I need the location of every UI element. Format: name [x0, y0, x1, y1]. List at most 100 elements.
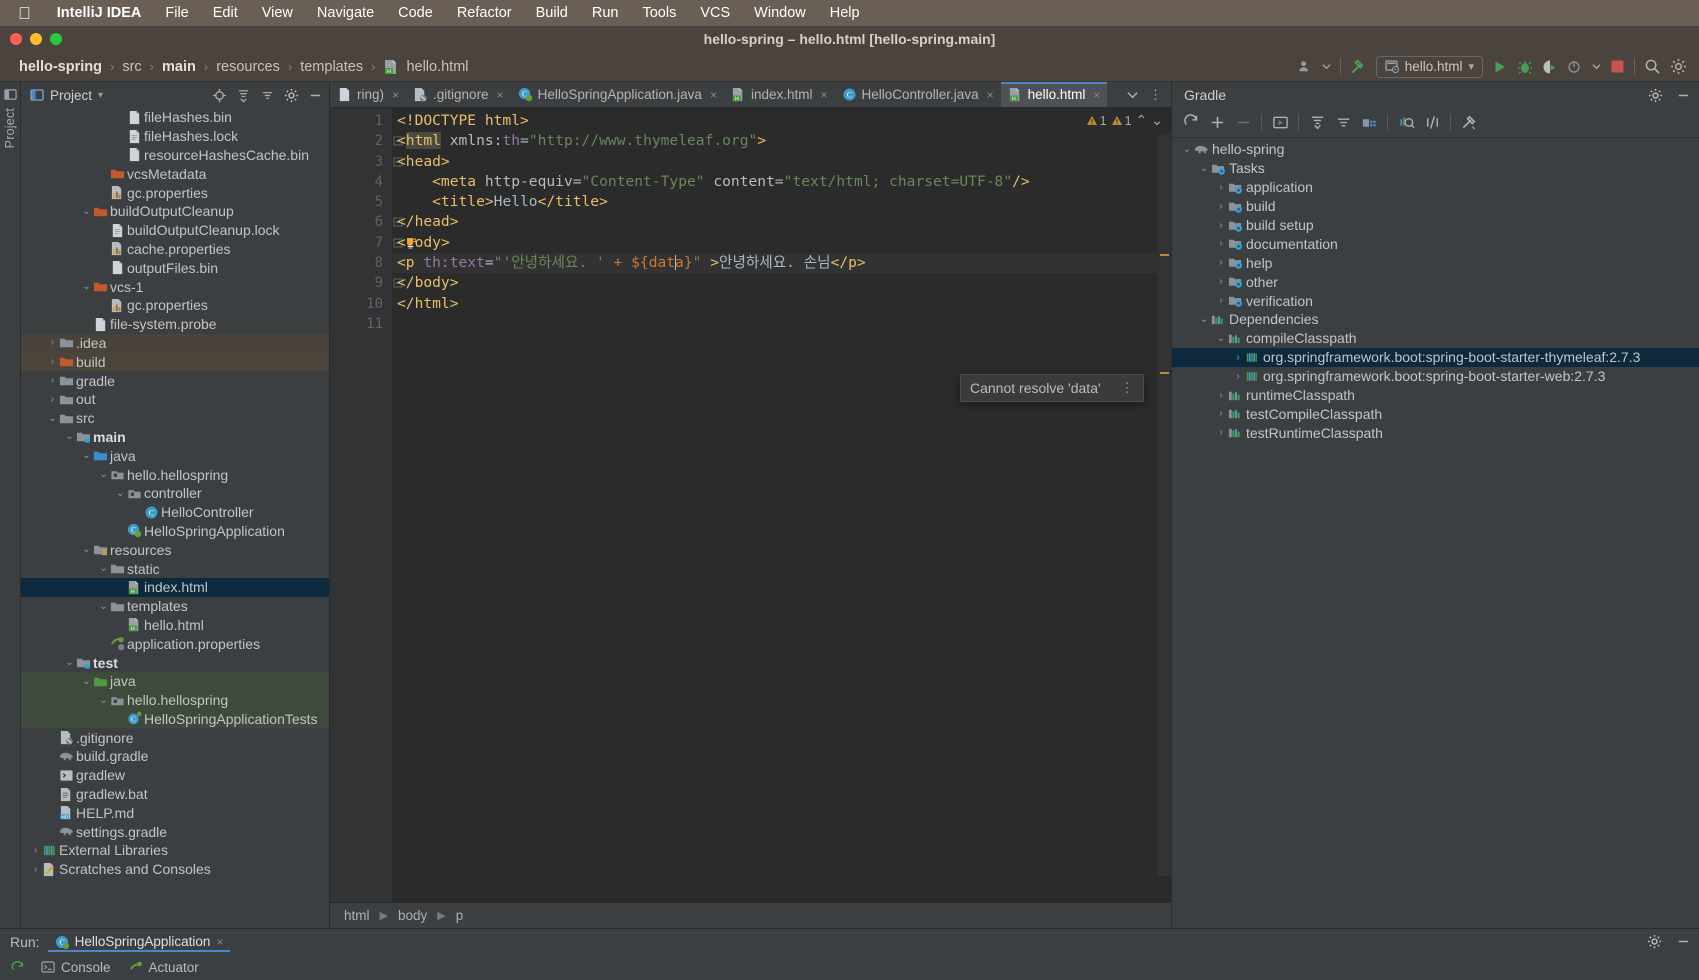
build-tool-settings-icon[interactable]	[1456, 110, 1482, 136]
code-line[interactable]: <head>	[392, 152, 1171, 172]
editor-tab[interactable]: C HelloController.java ×	[835, 82, 1001, 107]
menu-item-navigate[interactable]: Navigate	[305, 5, 386, 21]
chevron-down-icon[interactable]: ⌄	[80, 544, 93, 555]
restart-icon[interactable]	[6, 960, 35, 975]
prev-problem-icon[interactable]: ⌃	[1136, 112, 1148, 129]
chevron-down-icon[interactable]: ⌄	[80, 281, 93, 292]
chevron-down-icon[interactable]: ⌄	[63, 431, 76, 442]
chevron-right-icon[interactable]: ›	[1214, 201, 1228, 212]
collapse-all-icon[interactable]	[260, 88, 275, 103]
tree-row[interactable]: › out	[21, 390, 329, 409]
chevron-right-icon[interactable]: ›	[46, 394, 59, 405]
tree-row[interactable]: › Scratches and Consoles	[21, 860, 329, 879]
actuator-tab[interactable]: Actuator	[123, 960, 211, 975]
menu-item-edit[interactable]: Edit	[201, 5, 250, 21]
tree-row[interactable]: ⌄ java	[21, 446, 329, 465]
line-number[interactable]: 5	[330, 192, 392, 212]
code-line[interactable]: </head>	[392, 212, 1171, 232]
chevron-right-icon[interactable]: ›	[46, 356, 59, 367]
kebab-menu-icon[interactable]: ⋮	[1121, 381, 1134, 395]
chevron-down-icon[interactable]: ⌄	[1197, 314, 1211, 325]
chevron-right-icon[interactable]: ›	[1214, 220, 1228, 231]
settings-gear-icon[interactable]	[1670, 58, 1687, 75]
tree-row[interactable]: .gitignore	[21, 728, 329, 747]
breadcrumb-item-file[interactable]: hello.html	[401, 59, 473, 75]
close-button[interactable]	[10, 33, 22, 45]
menu-item-vcs[interactable]: VCS	[688, 5, 742, 21]
menu-item-file[interactable]: File	[153, 5, 200, 21]
console-tab[interactable]: Console	[35, 960, 123, 975]
editor-tab[interactable]: .gitignore ×	[406, 82, 511, 107]
tree-row[interactable]: fileHashes.bin	[21, 108, 329, 127]
gradle-tree-row[interactable]: › testRuntimeClasspath	[1172, 423, 1699, 442]
chevron-down-icon[interactable]: ⌄	[97, 469, 110, 480]
gradle-tree-row[interactable]: › application	[1172, 178, 1699, 197]
gradle-tree-row[interactable]: › build	[1172, 197, 1699, 216]
hide-icon[interactable]	[1676, 88, 1691, 103]
debug-button[interactable]	[1517, 59, 1533, 75]
locate-icon[interactable]	[212, 88, 227, 103]
tree-row[interactable]: gradlew.bat	[21, 785, 329, 804]
close-icon[interactable]: ×	[389, 88, 399, 102]
code-line[interactable]: </body>	[392, 273, 1171, 293]
expand-all-icon[interactable]	[1304, 110, 1330, 136]
line-number[interactable]: 7	[330, 233, 403, 253]
close-icon[interactable]: ×	[707, 88, 717, 102]
chevron-right-icon[interactable]: ›	[1214, 408, 1228, 419]
tree-row[interactable]: application.properties	[21, 634, 329, 653]
maximize-button[interactable]	[50, 33, 62, 45]
code-line[interactable]: <title>Hello</title>	[392, 192, 1171, 212]
tree-row[interactable]: C HelloSpringApplication	[21, 522, 329, 541]
tree-row[interactable]: ⌄ static	[21, 559, 329, 578]
tree-row[interactable]: fileHashes.lock	[21, 127, 329, 146]
editor-tab[interactable]: Hindex.html ×	[724, 82, 835, 107]
next-problem-icon[interactable]: ⌄	[1151, 112, 1163, 129]
menu-item-help[interactable]: Help	[818, 5, 872, 21]
menu-item-window[interactable]: Window	[742, 5, 818, 21]
warning-count-2[interactable]: 1	[1111, 114, 1132, 128]
menu-item-view[interactable]: View	[250, 5, 305, 21]
chevron-down-icon[interactable]: ▾	[98, 90, 103, 101]
gradle-tree-row[interactable]: › verification	[1172, 291, 1699, 310]
breadcrumb-item-project[interactable]: hello-spring	[14, 59, 107, 75]
chevron-right-icon[interactable]: ›	[1214, 182, 1228, 193]
inspection-widget[interactable]: 1 1 ⌃ ⌄	[1086, 112, 1163, 129]
tree-row[interactable]: › build	[21, 352, 329, 372]
toggle-offline-icon[interactable]	[1419, 110, 1445, 136]
user-account-icon[interactable]	[1298, 59, 1313, 74]
line-number[interactable]: 9	[330, 273, 403, 293]
unresolved-variable[interactable]: data	[649, 254, 684, 271]
breadcrumb-item-main[interactable]: main	[157, 59, 201, 75]
code-line[interactable]: <meta http-equiv="Content-Type" content=…	[392, 172, 1171, 192]
tree-row[interactable]: ⌄ controller	[21, 484, 329, 503]
tree-row[interactable]: › .idea	[21, 333, 329, 353]
line-number[interactable]: 2	[330, 131, 403, 151]
breadcrumb-item-src[interactable]: src	[117, 59, 146, 75]
chevron-right-icon[interactable]: ›	[1214, 390, 1228, 401]
chevron-down-icon[interactable]: ⌄	[97, 601, 110, 612]
project-file-tree[interactable]: fileHashes.bin fileHashes.lock resourceHas…	[21, 108, 329, 928]
gradle-tree-row[interactable]: ⌄ Dependencies	[1172, 310, 1699, 329]
close-icon[interactable]: ×	[984, 88, 994, 102]
tree-row[interactable]: settings.gradle	[21, 822, 329, 841]
search-everywhere-icon[interactable]	[1644, 58, 1661, 75]
menu-item-tools[interactable]: Tools	[630, 5, 688, 21]
chevron-right-icon[interactable]: ›	[29, 845, 42, 856]
code-line[interactable]: <!DOCTYPE html>	[392, 111, 1171, 131]
tree-row[interactable]: ⌄ buildOutputCleanup	[21, 202, 329, 221]
tree-row[interactable]: ⌄ src	[21, 409, 329, 428]
gradle-tree-row[interactable]: › help	[1172, 253, 1699, 272]
tree-row[interactable]: cache.properties	[21, 240, 329, 259]
gradle-tree-row[interactable]: › testCompileClasspath	[1172, 404, 1699, 423]
menu-item-build[interactable]: Build	[524, 5, 580, 21]
line-number[interactable]: 3	[330, 152, 403, 172]
task-groups-icon[interactable]	[1356, 110, 1382, 136]
editor-tab[interactable]: ring) ×	[330, 82, 406, 107]
error-tooltip[interactable]: Cannot resolve 'data' ⋮	[960, 374, 1144, 402]
code-line[interactable]: <p th:text="'안녕하세요. ' + ${data}" >안녕하세요.…	[392, 253, 1171, 274]
line-number[interactable]: 6	[330, 212, 403, 232]
tree-row[interactable]: buildOutputCleanup.lock	[21, 221, 329, 240]
chevron-right-icon[interactable]: ›	[1214, 238, 1228, 249]
stop-button[interactable]	[1610, 59, 1625, 74]
tree-row[interactable]: › gradle	[21, 371, 329, 390]
